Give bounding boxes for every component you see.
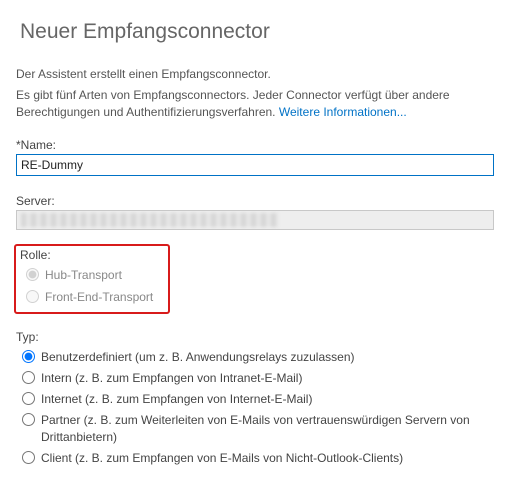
intro-line1: Der Assistent erstellt einen Empfangscon…	[16, 66, 494, 83]
rolle-option-front-end-transport[interactable]: Front-End-Transport	[26, 289, 486, 305]
rolle-radio-front-end-transport[interactable]	[26, 290, 39, 303]
typ-option-label: Client (z. B. zum Empfangen von E-Mails …	[41, 450, 494, 466]
server-label: Server:	[16, 194, 494, 208]
typ-radio-client[interactable]	[22, 451, 35, 464]
more-info-link[interactable]: Weitere Informationen...	[279, 105, 407, 119]
name-label: *Name:	[16, 138, 494, 152]
typ-option-label: Partner (z. B. zum Weiterleiten von E-Ma…	[41, 412, 494, 444]
typ-option-label: Internet (z. B. zum Empfangen von Intern…	[41, 391, 494, 407]
typ-option-intern[interactable]: Intern (z. B. zum Empfangen von Intranet…	[22, 370, 494, 386]
page-title: Neuer Empfangsconnector	[20, 20, 494, 44]
typ-option-partner[interactable]: Partner (z. B. zum Weiterleiten von E-Ma…	[22, 412, 494, 444]
typ-radio-internet[interactable]	[22, 392, 35, 405]
intro-line2: Es gibt fünf Arten von Empfangsconnector…	[16, 87, 494, 121]
typ-label: Typ:	[16, 330, 494, 344]
typ-radio-intern[interactable]	[22, 371, 35, 384]
rolle-option-label: Front-End-Transport	[45, 289, 486, 305]
typ-option-internet[interactable]: Internet (z. B. zum Empfangen von Intern…	[22, 391, 494, 407]
name-input[interactable]	[16, 154, 494, 176]
rolle-option-hub-transport[interactable]: Hub-Transport	[26, 267, 486, 283]
server-value-obscured	[21, 213, 278, 227]
rolle-label: Rolle:	[20, 248, 486, 262]
typ-radio-partner[interactable]	[22, 413, 35, 426]
typ-option-label: Intern (z. B. zum Empfangen von Intranet…	[41, 370, 494, 386]
typ-option-client[interactable]: Client (z. B. zum Empfangen von E-Mails …	[22, 450, 494, 466]
typ-option-label: Benutzerdefiniert (um z. B. Anwendungsre…	[41, 349, 494, 365]
rolle-radio-hub-transport[interactable]	[26, 268, 39, 281]
rolle-option-label: Hub-Transport	[45, 267, 486, 283]
typ-option-benutzerdefiniert[interactable]: Benutzerdefiniert (um z. B. Anwendungsre…	[22, 349, 494, 365]
server-readonly	[16, 210, 494, 230]
typ-radio-benutzerdefiniert[interactable]	[22, 350, 35, 363]
